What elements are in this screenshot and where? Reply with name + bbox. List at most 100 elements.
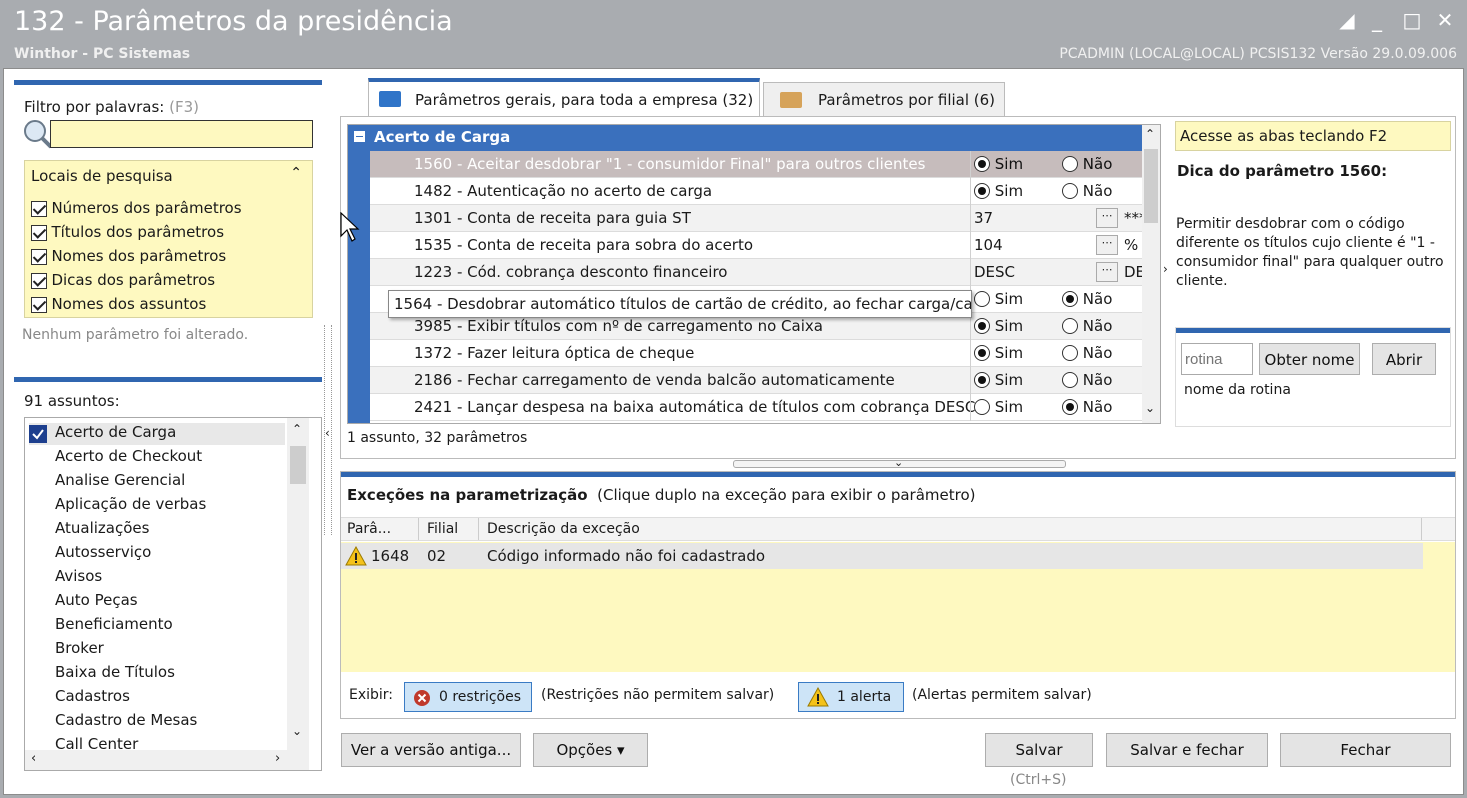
table-row[interactable]: 2421 - Lançar despesa na baixa automátic… — [370, 394, 1152, 421]
list-item[interactable]: Acerto de Carga — [55, 423, 176, 441]
mouse-cursor-icon — [340, 211, 362, 248]
folder-orange-icon — [780, 92, 802, 108]
group-header[interactable]: Acerto de Carga — [348, 125, 1142, 149]
column-header[interactable]: Filial — [427, 518, 458, 540]
scroll-thumb[interactable] — [1144, 149, 1158, 223]
table-row[interactable]: 1560 - Aceitar desdobrar "1 - consumidor… — [370, 151, 1152, 178]
minimize-icon[interactable]: _ — [1364, 8, 1390, 32]
open-button[interactable]: Abrir — [1372, 343, 1436, 375]
warning-icon — [345, 546, 367, 566]
restrictions-note: (Restrições não permitem salvar) — [541, 687, 775, 703]
restore-icon[interactable]: ◢ — [1334, 8, 1360, 32]
scroll-thumb[interactable] — [290, 446, 306, 484]
table-row[interactable]: 1372 - Fazer leitura óptica de cheque Si… — [370, 340, 1152, 367]
table-row[interactable]: 1301 - Conta de receita para guia ST 37 ⋯ *… — [370, 205, 1152, 232]
list-item[interactable]: Acerto de Checkout — [55, 447, 202, 465]
table-row[interactable]: 2186 - Fechar carregamento de venda balc… — [370, 367, 1152, 394]
list-item[interactable]: Auto Peças — [55, 591, 138, 609]
list-item[interactable]: Avisos — [55, 567, 102, 585]
filter-option[interactable]: Nomes dos assuntos — [31, 295, 206, 313]
warning-icon — [807, 687, 829, 707]
list-item[interactable]: Broker — [55, 639, 104, 657]
hint-title: Dica do parâmetro 1560: — [1177, 162, 1388, 180]
alerts-toggle[interactable]: 1 alerta — [798, 682, 904, 712]
list-item[interactable]: Analise Gerencial — [55, 471, 185, 489]
close-button[interactable]: Fechar — [1280, 733, 1451, 767]
maximize-icon[interactable]: □ — [1399, 8, 1425, 32]
close-icon[interactable]: ✕ — [1432, 8, 1458, 32]
save-close-button[interactable]: Salvar e fechar — [1106, 733, 1268, 767]
lookup-button[interactable]: ⋯ — [1096, 235, 1118, 255]
vertical-scrollbar[interactable]: ⌃ ⌄ — [287, 418, 309, 750]
old-version-button[interactable]: Ver a versão antiga... — [341, 733, 521, 767]
status-text: Nenhum parâmetro foi alterado. — [22, 327, 249, 343]
exceptions-panel: Exceções na parametrização (Clique duplo… — [340, 471, 1456, 719]
subjects-list[interactable]: Acerto de Carga Acerto de Checkout Anali… — [24, 417, 322, 771]
hint-banner: Acesse as abas teclando F2 — [1175, 121, 1451, 151]
filter-option[interactable]: Números dos parâmetros — [31, 199, 242, 217]
filter-option[interactable]: Nomes dos parâmetros — [31, 247, 226, 265]
filter-label: Filtro por palavras: (F3) — [24, 98, 200, 116]
lookup-button[interactable]: ⋯ — [1096, 208, 1118, 228]
scroll-up-icon[interactable]: ⌃ — [292, 422, 302, 436]
app-info: PCADMIN (LOCAL@LOCAL) PCSIS132 Versão 29… — [1059, 46, 1457, 62]
tab-general[interactable]: Parâmetros gerais, para toda a empresa (… — [368, 78, 760, 118]
grid-footer: 1 assunto, 32 parâmetros — [347, 430, 528, 446]
collapse-left-icon[interactable]: ‹ — [325, 426, 330, 440]
collapse-group-icon[interactable] — [354, 131, 365, 142]
list-item[interactable]: Atualizações — [55, 519, 149, 537]
routine-input[interactable] — [1181, 343, 1253, 375]
error-icon — [414, 690, 430, 706]
save-button[interactable]: Salvar — [985, 733, 1093, 767]
exceptions-list: 1648 02 Código informado não foi cadastr… — [341, 542, 1455, 672]
tab-branch[interactable]: Parâmetros por filial (6) — [763, 82, 1005, 117]
subjects-panel: 91 assuntos: Acerto de Carga Acerto de C… — [14, 377, 322, 772]
show-label: Exibir: — [349, 687, 394, 703]
scroll-down-icon[interactable]: ⌄ — [1145, 401, 1155, 415]
list-item[interactable]: Autosserviço — [55, 543, 151, 561]
hint-text: Permitir desdobrar com o código diferent… — [1176, 216, 1444, 289]
table-row[interactable]: 1223 - Cód. cobrança desconto financeiro… — [370, 259, 1152, 286]
alerts-note: (Alertas permitem salvar) — [912, 687, 1092, 703]
parameters-grid: Acerto de Carga 1560 - Aceitar desdobrar… — [347, 124, 1161, 424]
scroll-up-icon[interactable]: ⌃ — [1145, 127, 1155, 141]
get-name-button[interactable]: Obter nome — [1259, 343, 1360, 375]
filter-search-input[interactable] — [50, 120, 313, 148]
list-item[interactable]: Cadastros — [55, 687, 130, 705]
column-header[interactable]: Parâ... — [347, 518, 391, 540]
table-row[interactable]: 1482 - Autenticação no acerto de carga S… — [370, 178, 1152, 205]
save-shortcut: (Ctrl+S) — [1010, 772, 1067, 788]
restrictions-toggle[interactable]: 0 restrições — [404, 682, 532, 712]
routine-panel: Obter nome Abrir nome da rotina — [1175, 327, 1451, 427]
filter-option[interactable]: Dicas dos parâmetros — [31, 271, 215, 289]
collapse-icon[interactable]: ⌃ — [290, 165, 302, 181]
scroll-down-icon[interactable]: ⌄ — [292, 724, 302, 738]
folder-blue-icon — [379, 91, 401, 107]
title-bar: 132 - Parâmetros da presidência Winthor … — [0, 0, 1467, 68]
exceptions-header: Exceções na parametrização (Clique duplo… — [347, 486, 976, 504]
checkbox-checked-icon[interactable] — [29, 425, 47, 443]
subjects-count: 91 assuntos: — [24, 392, 120, 410]
options-button[interactable]: Opções ▾ — [533, 733, 648, 767]
horizontal-scrollbar[interactable]: ‹ › — [25, 750, 309, 770]
list-item[interactable]: Aplicação de verbas — [55, 495, 206, 513]
window-title: 132 - Parâmetros da presidência — [14, 6, 453, 37]
hint-splitter[interactable] — [1165, 124, 1171, 314]
table-row[interactable]: 1535 - Conta de receita para sobra do ac… — [370, 232, 1152, 259]
list-item[interactable]: Cadastro de Mesas — [55, 711, 197, 729]
chevron-down-icon[interactable]: ⌄ — [894, 456, 903, 469]
column-header[interactable]: Descrição da exceção — [487, 518, 640, 540]
scroll-right-icon[interactable]: › — [275, 751, 280, 766]
filter-panel: Filtro por palavras: (F3) Locais de pesq… — [14, 80, 322, 365]
window-subtitle: Winthor - PC Sistemas — [14, 46, 191, 62]
expand-right-icon[interactable]: › — [1163, 262, 1168, 276]
search-locations-title: Locais de pesquisa — [31, 167, 173, 185]
table-row[interactable]: 1648 02 Código informado não foi cadastr… — [341, 543, 1423, 569]
row-tooltip: 1564 - Desdobrar automático títulos de c… — [388, 290, 972, 318]
lookup-button[interactable]: ⋯ — [1096, 262, 1118, 282]
list-item[interactable]: Baixa de Títulos — [55, 663, 175, 681]
grid-scrollbar[interactable]: ⌃ ⌄ — [1142, 125, 1160, 423]
scroll-left-icon[interactable]: ‹ — [31, 751, 36, 766]
list-item[interactable]: Beneficiamento — [55, 615, 173, 633]
filter-option[interactable]: Títulos dos parâmetros — [31, 223, 224, 241]
